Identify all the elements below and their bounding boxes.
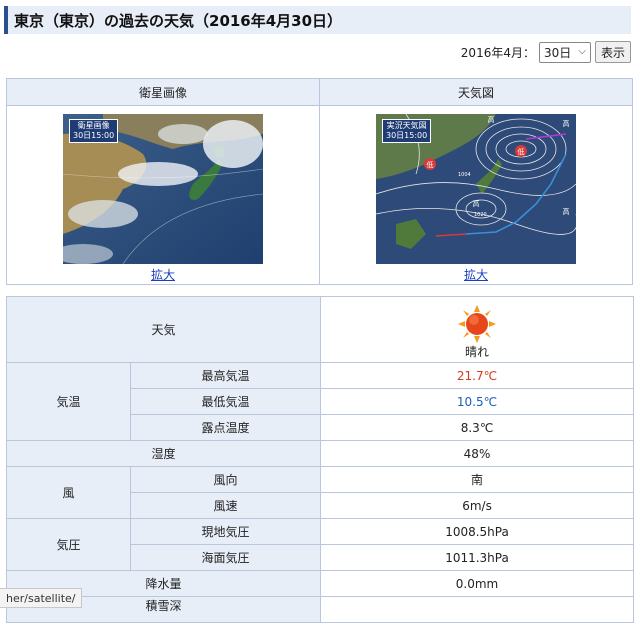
page-title-bar: 東京（東京）の過去の天気（2016年4月30日） bbox=[4, 6, 631, 34]
wind-direction-label: 風向 bbox=[129, 466, 322, 493]
page-title: 東京（東京）の過去の天気（2016年4月30日） bbox=[14, 12, 343, 30]
weather-label: 天気 bbox=[5, 296, 322, 363]
weather-map-badge-line1: 実況天気図 bbox=[386, 121, 427, 130]
humidity-value: 48% bbox=[320, 440, 635, 467]
weather-value: 晴れ bbox=[465, 345, 490, 359]
chevron-down-icon: ⌵ bbox=[578, 45, 586, 57]
month-label: 2016年4月： bbox=[460, 45, 535, 60]
pressure-group-label: 気圧 bbox=[6, 518, 131, 571]
sun-icon bbox=[458, 305, 497, 343]
wind-speed-label: 風速 bbox=[129, 492, 322, 519]
show-button[interactable]: 表示 bbox=[594, 41, 631, 63]
high-pressure-label-3: 高 bbox=[563, 207, 570, 216]
date-selector: 2016年4月： 30日 ⌵ 表示 bbox=[461, 40, 631, 64]
wind-direction-value: 南 bbox=[320, 466, 635, 493]
satellite-badge-line2: 30日15:00 bbox=[73, 131, 115, 140]
precipitation-value: 0.0mm bbox=[320, 570, 635, 597]
station-pressure-value: 1008.5hPa bbox=[320, 518, 635, 545]
weather-map-header: 天気図 bbox=[319, 78, 633, 106]
satellite-header: 衛星画像 bbox=[6, 78, 320, 106]
sea-pressure-label: 海面気圧 bbox=[129, 544, 322, 571]
high-pressure-label-1: 高 bbox=[473, 199, 480, 208]
satellite-badge: 衛星画像 30日15:00 bbox=[69, 119, 119, 143]
maps-table: 衛星画像 天気図 衛星画像 30日15:00 拡大 低 低 高 高 高 高 10… bbox=[6, 78, 633, 285]
station-pressure-label: 現地気圧 bbox=[129, 518, 322, 545]
day-select[interactable]: 30日 ⌵ bbox=[538, 41, 591, 63]
status-bar-url: her/satellite/ bbox=[0, 588, 83, 608]
dew-point-label: 露点温度 bbox=[129, 414, 322, 441]
satellite-cell: 衛星画像 30日15:00 拡大 bbox=[6, 105, 320, 285]
snow-depth-value bbox=[320, 596, 635, 623]
humidity-label: 湿度 bbox=[5, 440, 322, 467]
sea-pressure-value: 1011.3hPa bbox=[320, 544, 635, 571]
dew-point-value: 8.3℃ bbox=[320, 414, 635, 441]
weather-map-image[interactable]: 低 低 高 高 高 高 1004 1020 実況天気図 30日15:00 bbox=[376, 114, 576, 264]
weather-map-enlarge-link[interactable]: 拡大 bbox=[464, 266, 488, 283]
wind-group-label: 風 bbox=[6, 466, 131, 519]
weather-map-badge: 実況天気図 30日15:00 bbox=[382, 119, 432, 143]
satellite-image[interactable]: 衛星画像 30日15:00 bbox=[63, 114, 263, 264]
satellite-badge-line1: 衛星画像 bbox=[77, 121, 110, 130]
weather-map-cell: 低 低 高 高 高 高 1004 1020 実況天気図 30日15:00 拡大 bbox=[319, 105, 633, 285]
weather-table: 天気 晴れ 気温 最高気温 21.7℃ 最低気温 10.5℃ 露点温度 8.3℃… bbox=[5, 296, 635, 623]
day-select-value: 30日 bbox=[543, 45, 572, 60]
high-pressure-label-2: 高 bbox=[488, 115, 495, 124]
temperature-group-label: 気温 bbox=[6, 362, 131, 441]
high-pressure-label-4: 高 bbox=[563, 119, 570, 128]
wind-speed-value: 6m/s bbox=[320, 492, 635, 519]
isobar-1004: 1004 bbox=[458, 172, 471, 178]
max-temp-value: 21.7℃ bbox=[320, 362, 635, 389]
min-temp-label: 最低気温 bbox=[129, 388, 322, 415]
weather-map-badge-line2: 30日15:00 bbox=[386, 131, 428, 140]
weather-value-cell: 晴れ bbox=[320, 296, 635, 363]
satellite-enlarge-link[interactable]: 拡大 bbox=[151, 266, 175, 283]
min-temp-value: 10.5℃ bbox=[320, 388, 635, 415]
max-temp-label: 最高気温 bbox=[129, 362, 322, 389]
low-pressure-label-1: 低 bbox=[427, 160, 434, 169]
isobar-1020: 1020 bbox=[474, 212, 487, 218]
low-pressure-label-2: 低 bbox=[518, 147, 525, 156]
